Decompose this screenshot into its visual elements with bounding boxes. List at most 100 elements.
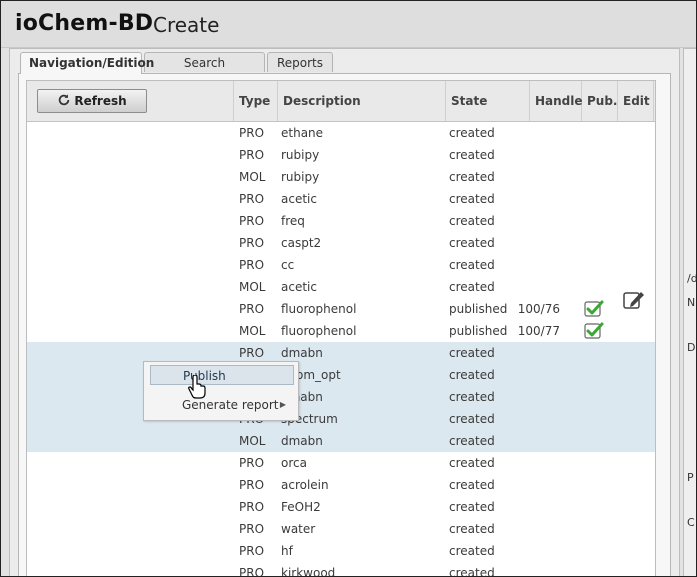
item-description: caspt2 <box>281 236 322 250</box>
handle-cell: 100/76 <box>510 298 620 320</box>
item-state: created <box>449 214 495 228</box>
handle-cell: 100/77 <box>510 320 620 342</box>
tree-row[interactable]: dmabnMOLdmabncreated <box>27 430 655 452</box>
grid-header: Refresh Type Description State Handle Pu… <box>27 81 655 122</box>
tree-row[interactable]: ◢spectrumPROspectrumcreated <box>27 408 655 430</box>
tab-reports[interactable]: Reports <box>267 52 333 72</box>
tree-row[interactable]: ◢fluorophenolPROfluorophenolpublished100… <box>27 292 655 320</box>
item-description: kirkwood <box>281 566 336 577</box>
item-state: created <box>449 258 495 272</box>
item-state: created <box>449 412 495 426</box>
item-state: created <box>449 544 495 558</box>
item-description: acetic <box>281 192 317 206</box>
tree-row[interactable]: ◢geom_optPROgeom_optcreated <box>27 364 655 386</box>
item-type: PRO <box>239 544 265 558</box>
menu-item-label: Generate report <box>182 398 279 412</box>
item-state: created <box>449 236 495 250</box>
item-state: created <box>449 434 495 448</box>
item-state: created <box>449 456 495 470</box>
tree-row[interactable]: ▷freqPROfreqcreated <box>27 210 655 232</box>
item-type: PRO <box>239 258 265 272</box>
tab-navigation-edition[interactable]: Navigation/Edition <box>20 52 154 74</box>
right-panel-label: D <box>687 341 696 354</box>
item-state: created <box>449 566 495 577</box>
header-name-cell: Refresh <box>27 81 234 121</box>
item-state: created <box>449 390 495 404</box>
item-state: created <box>449 478 495 492</box>
item-description: hf <box>281 544 293 558</box>
menu-item-publish[interactable]: Publish <box>150 365 294 385</box>
header-state[interactable]: State <box>446 81 530 121</box>
header-description[interactable]: Description <box>278 81 446 121</box>
tree-row[interactable]: ▷FeOH2PROFeOH2created <box>27 496 655 518</box>
menu-item-generate-report[interactable]: Generate report ▶ <box>150 395 294 415</box>
item-handle[interactable]: 100/76 <box>518 298 560 320</box>
item-type: PRO <box>239 500 265 514</box>
tree-row[interactable]: ▷acroleinPROacroleincreated <box>27 474 655 496</box>
item-state: created <box>449 126 495 140</box>
app-window: ioChem-BD Create Navigation/Edition Sear… <box>0 0 697 577</box>
tree-row[interactable]: ◢aceticPROaceticcreated <box>27 188 655 210</box>
hand-cursor-icon <box>188 375 206 399</box>
right-panel-label: N <box>687 296 696 309</box>
item-description: acrolein <box>281 478 329 492</box>
tree-row[interactable]: ▷caspt2PROcaspt2created <box>27 232 655 254</box>
header-pub[interactable]: Pub. <box>582 81 618 121</box>
page-title: Create <box>153 13 220 37</box>
refresh-label: Refresh <box>74 94 127 108</box>
item-type: PRO <box>239 236 265 250</box>
item-description: water <box>281 522 316 536</box>
item-state: created <box>449 170 495 184</box>
item-type: PRO <box>239 478 265 492</box>
item-type: PRO <box>239 214 265 228</box>
item-description: ethane <box>281 126 324 140</box>
tree-row[interactable]: dmabnMOLdmabncreated <box>27 386 655 408</box>
right-panel-label: P <box>687 471 694 484</box>
item-state: created <box>449 368 495 382</box>
tree-row[interactable]: fluorophenolMOLfluorophenolpublished100/… <box>27 320 655 342</box>
item-handle[interactable]: 100/77 <box>518 320 560 342</box>
item-description: dmabn <box>281 434 323 448</box>
header-handle[interactable]: Handle <box>530 81 583 121</box>
item-description: dmabn <box>281 390 323 404</box>
tree-row[interactable]: ▷orcaPROorcacreated <box>27 452 655 474</box>
main-panel: Navigation/Edition Search Repository Rep… <box>9 48 680 577</box>
item-state: created <box>449 148 495 162</box>
header-type[interactable]: Type <box>234 81 278 121</box>
item-description: dmabn <box>281 346 323 360</box>
edit-icon[interactable] <box>623 289 645 311</box>
title-bar: ioChem-BD Create <box>1 1 696 48</box>
item-type: PRO <box>239 302 265 316</box>
item-description: rubipy <box>281 148 320 162</box>
tree-row[interactable]: ◢dmabnPROdmabncreated <box>27 342 655 364</box>
tree-row[interactable]: ▷waterPROwatercreated <box>27 518 655 540</box>
item-type: PRO <box>239 148 265 162</box>
context-menu: Publish Generate report ▶ <box>143 361 299 421</box>
project-tree-grid: Refresh Type Description State Handle Pu… <box>26 80 656 577</box>
tab-bar: Navigation/Edition Search Repository Rep… <box>20 52 660 90</box>
item-description: freq <box>281 214 305 228</box>
item-type: PRO <box>239 126 265 140</box>
tree-row[interactable]: ▷hfPROhfcreated <box>27 540 655 562</box>
published-check-icon <box>584 322 604 339</box>
item-type: PRO <box>239 522 265 536</box>
item-type: PRO <box>239 192 265 206</box>
vertical-scrollbar[interactable] <box>655 164 656 544</box>
refresh-icon <box>59 94 70 106</box>
tree-row[interactable]: ▷ethanePROethanecreated <box>27 122 655 144</box>
app-title: ioChem-BD <box>15 11 154 36</box>
tab-search-repository[interactable]: Search Repository <box>144 52 265 90</box>
refresh-button[interactable]: Refresh <box>37 89 147 113</box>
tree-row[interactable]: ▷ccPROcccreated <box>27 254 655 276</box>
tree-row[interactable]: rubipyMOLrubipycreated <box>27 166 655 188</box>
item-type: MOL <box>239 324 266 338</box>
item-state: created <box>449 346 495 360</box>
tree-row[interactable]: ◢rubipyPROrubipycreated <box>27 144 655 166</box>
item-state: created <box>449 522 495 536</box>
item-description: cc <box>281 258 295 272</box>
tree-row[interactable]: aceticMOLaceticcreated <box>27 276 655 298</box>
header-edit[interactable]: Edit <box>618 81 654 121</box>
item-description: fluorophenol <box>281 324 357 338</box>
tree-row[interactable]: ▷kirkwoodPROkirkwoodcreated <box>27 562 655 577</box>
item-type: PRO <box>239 456 265 470</box>
